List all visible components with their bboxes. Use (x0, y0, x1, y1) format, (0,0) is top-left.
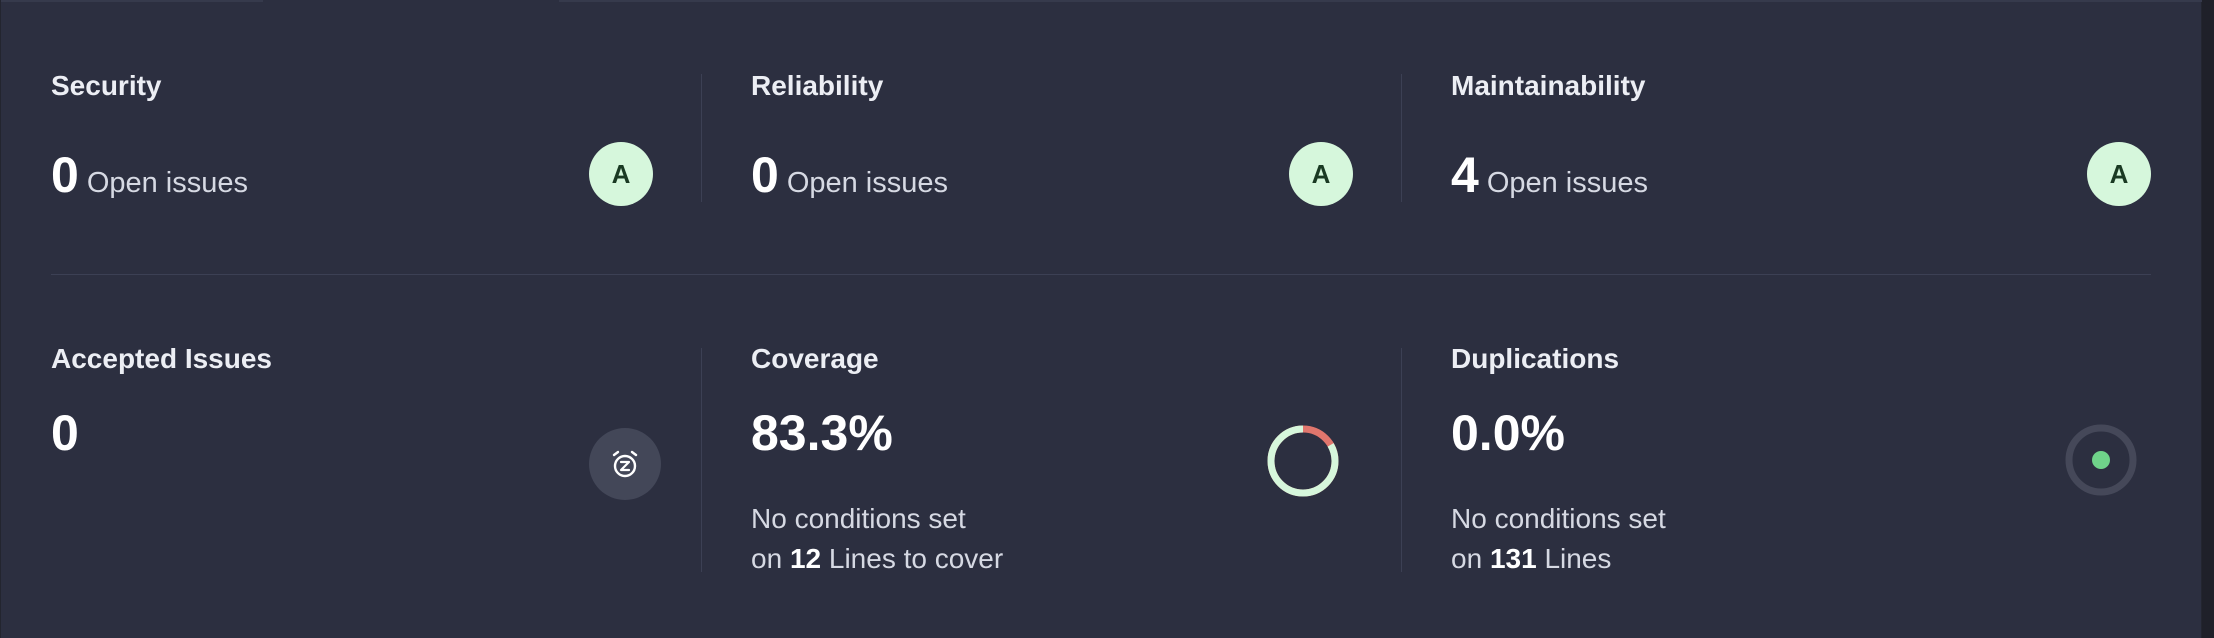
coverage-value[interactable]: 83.3% (751, 408, 893, 458)
duplications-note-on: on (1451, 543, 1483, 574)
coverage-note-rest: Lines to cover (828, 543, 1004, 574)
duplications-note-line2: on 131 Lines (1451, 539, 1666, 579)
duplications-note-rest: Lines (1544, 543, 1612, 574)
security-card[interactable]: Security 0 Open issues A (1, 0, 701, 274)
maintainability-rating-badge[interactable]: A (2087, 142, 2151, 206)
duplications-title: Duplications (1451, 343, 1620, 374)
coverage-note-line2: on 12 Lines to cover (751, 539, 1003, 579)
coverage-note-line1: No conditions set (751, 503, 966, 534)
accepted-issues-count[interactable]: 0 (51, 408, 79, 458)
duplications-ring-indicator[interactable] (2061, 420, 2141, 500)
coverage-card[interactable]: Coverage 83.3% No conditions set on 12 L… (701, 275, 1401, 638)
security-title: Security (51, 70, 162, 101)
reliability-title: Reliability (751, 70, 884, 101)
snooze-clock-icon (589, 428, 661, 500)
coverage-note: No conditions set on 12 Lines to cover (751, 499, 1003, 579)
coverage-title: Coverage (751, 343, 879, 374)
duplications-value[interactable]: 0.0% (1451, 408, 1565, 458)
accepted-issues-card[interactable]: Accepted Issues 0 (1, 275, 701, 638)
measures-panel: Security 0 Open issues A Reliability 0 Ope… (0, 0, 2203, 638)
scrollbar-gutter (2202, 0, 2214, 638)
maintainability-open-issues[interactable]: 4 Open issues (1451, 150, 1648, 200)
reliability-card[interactable]: Reliability 0 Open issues A (701, 0, 1401, 274)
reliability-rating-badge[interactable]: A (1289, 142, 1353, 206)
maintainability-suffix: Open issues (1486, 167, 1649, 199)
security-count: 0 (51, 147, 79, 203)
duplications-dot (2092, 451, 2110, 469)
security-rating-badge[interactable]: A (589, 142, 653, 206)
accepted-issues-title: Accepted Issues (51, 343, 272, 374)
duplications-note: No conditions set on 131 Lines (1451, 499, 1666, 579)
reliability-suffix: Open issues (786, 167, 949, 199)
snooze-clock-icon-graphic (612, 450, 638, 478)
coverage-donut-chart[interactable] (1263, 421, 1343, 501)
coverage-lines-count: 12 (789, 543, 822, 574)
duplications-card[interactable]: Duplications 0.0% No conditions set on 1… (1401, 275, 2203, 638)
coverage-note-on: on (751, 543, 783, 574)
reliability-open-issues[interactable]: 0 Open issues (751, 150, 948, 200)
security-open-issues[interactable]: 0 Open issues (51, 150, 248, 200)
maintainability-card[interactable]: Maintainability 4 Open issues A (1401, 0, 2203, 274)
duplications-lines-count: 131 (1489, 543, 1537, 574)
maintainability-title: Maintainability (1451, 70, 1646, 101)
security-suffix: Open issues (86, 167, 249, 199)
maintainability-count: 4 (1451, 147, 1479, 203)
reliability-count: 0 (751, 147, 779, 203)
duplications-note-line1: No conditions set (1451, 503, 1666, 534)
